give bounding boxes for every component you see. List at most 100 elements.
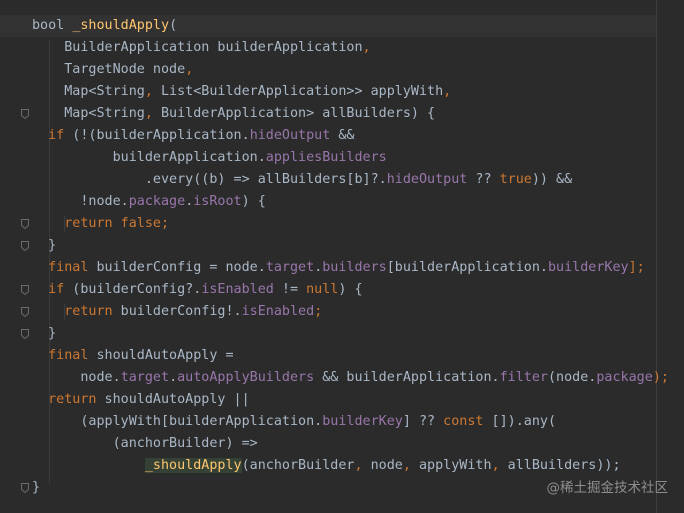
- code-token: return: [48, 392, 97, 407]
- code-line[interactable]: (applyWith[builderApplication.builderKey…: [0, 411, 656, 433]
- code-token: package: [596, 370, 653, 385]
- code-token: final: [48, 348, 89, 363]
- code-line[interactable]: _shouldApply(anchorBuilder, node, applyW…: [0, 455, 656, 477]
- watermark-text: @稀土掘金技术社区: [546, 480, 669, 496]
- code-token: ??: [467, 172, 500, 187]
- code-line-text: (anchorBuilder) =>: [32, 433, 258, 455]
- code-token: isEnabled: [201, 282, 274, 297]
- code-token: && builderApplication.: [314, 370, 500, 385]
- code-line[interactable]: final builderConfig = node.target.builde…: [0, 257, 656, 279]
- code-token: null: [306, 282, 339, 297]
- code-token: hideOutput: [249, 128, 331, 143]
- code-token: ,: [402, 458, 411, 473]
- code-token: ,: [144, 106, 153, 121]
- code-token: builderConfig = node.: [88, 260, 266, 275]
- code-line-text: .every((b) => allBuilders[b]?.hideOutput…: [32, 169, 572, 191]
- fold-marker-icon[interactable]: [21, 329, 29, 339]
- code-token: }: [32, 480, 41, 495]
- code-line[interactable]: Map<String, BuilderApplication> allBuild…: [0, 103, 656, 125]
- code-token: hideOutput: [386, 172, 468, 187]
- code-line-text: node.target.autoApplyBuilders && builder…: [32, 367, 669, 389]
- code-line[interactable]: (anchorBuilder) =>: [0, 433, 656, 455]
- code-token: Map<String: [32, 106, 145, 121]
- code-line-text: BuilderApplication builderApplication,: [32, 37, 371, 59]
- code-line[interactable]: if (builderConfig?.isEnabled != null) {: [0, 279, 656, 301]
- code-token: builderConfig!.: [112, 304, 242, 319]
- code-token: node.: [32, 370, 121, 385]
- code-token: _shouldApply: [144, 458, 242, 473]
- code-token: }: [32, 326, 57, 341]
- code-token: .every((b) => allBuilders[b]?.: [32, 172, 387, 187]
- code-line[interactable]: return shouldAutoApply ||: [0, 389, 656, 411]
- code-token: !node.: [32, 194, 129, 209]
- code-token: builderApplication.: [32, 150, 266, 165]
- code-token: (!(builderApplication.: [64, 128, 250, 143]
- code-line-text: }: [32, 235, 56, 257]
- code-token: filter: [499, 370, 548, 385]
- code-token: isEnabled: [241, 304, 315, 319]
- code-token: ,: [443, 84, 452, 99]
- code-token: []).any(: [483, 414, 557, 429]
- code-line[interactable]: TargetNode node,: [0, 59, 656, 81]
- code-line-text: }: [32, 477, 40, 499]
- code-line-text: !node.package.isRoot) {: [32, 191, 265, 213]
- code-token: if: [48, 128, 65, 143]
- code-line-text: final builderConfig = node.target.builde…: [32, 257, 645, 279]
- code-token: !=: [273, 282, 307, 297]
- code-line[interactable]: .every((b) => allBuilders[b]?.hideOutput…: [0, 169, 656, 191]
- code-line[interactable]: !node.package.isRoot) {: [0, 191, 656, 213]
- fold-marker-icon[interactable]: [21, 109, 29, 119]
- code-line[interactable]: BuilderApplication builderApplication,: [0, 37, 656, 59]
- code-token: ,: [362, 40, 371, 55]
- code-token: node: [362, 458, 403, 473]
- fold-marker-icon[interactable]: [21, 483, 29, 493]
- code-token: applyWith: [410, 458, 492, 473]
- code-token: builderKey: [322, 414, 403, 429]
- code-token: autoApplyBuilders: [177, 370, 315, 385]
- code-token: target: [120, 370, 170, 385]
- code-token: allBuilders));: [499, 458, 621, 473]
- code-line-text: if (builderConfig?.isEnabled != null) {: [32, 279, 363, 301]
- code-line-text: final shouldAutoApply =: [32, 345, 234, 367]
- code-line[interactable]: return false;: [0, 213, 656, 235]
- code-token: }: [32, 238, 57, 253]
- code-token: (builderConfig?.: [64, 282, 202, 297]
- code-line[interactable]: }: [0, 235, 656, 257]
- code-line[interactable]: final shouldAutoApply =: [0, 345, 656, 367]
- code-line-text: return shouldAutoApply ||: [32, 389, 250, 411]
- code-line-text: Map<String, BuilderApplication> allBuild…: [32, 103, 435, 125]
- code-token: ,: [491, 458, 500, 473]
- code-token: const: [443, 414, 484, 429]
- code-token: return false;: [64, 216, 170, 231]
- code-line[interactable]: return builderConfig!.isEnabled;: [0, 301, 656, 323]
- fold-marker-icon[interactable]: [21, 307, 29, 317]
- code-token: true: [499, 172, 532, 187]
- code-line[interactable]: bool _shouldApply(: [0, 15, 656, 37]
- code-line[interactable]: if (!(builderApplication.hideOutput &&: [0, 125, 656, 147]
- code-line[interactable]: Map<String, List<BuilderApplication>> ap…: [0, 81, 656, 103]
- code-token: ) {: [338, 282, 363, 297]
- code-editor[interactable]: bool _shouldApply( BuilderApplication bu…: [0, 0, 684, 513]
- code-token: (anchorBuilder: [241, 458, 355, 473]
- code-token: _shouldApply: [72, 18, 170, 33]
- code-line[interactable]: }: [0, 323, 656, 345]
- fold-marker-icon[interactable]: [21, 219, 29, 229]
- code-line-text: bool _shouldApply(: [32, 15, 177, 37]
- code-token: bool: [32, 18, 73, 33]
- fold-marker-icon[interactable]: [21, 241, 29, 251]
- code-line[interactable]: node.target.autoApplyBuilders && builder…: [0, 367, 669, 389]
- code-token: BuilderApplication> allBuilders) {: [152, 106, 436, 121]
- code-line[interactable]: builderApplication.appliesBuilders: [0, 147, 656, 169]
- code-token: shouldAutoApply =: [88, 348, 234, 363]
- code-token: if: [48, 282, 65, 297]
- code-line-text: }: [32, 323, 56, 345]
- code-token: return: [64, 304, 113, 319]
- fold-marker-icon[interactable]: [21, 285, 29, 295]
